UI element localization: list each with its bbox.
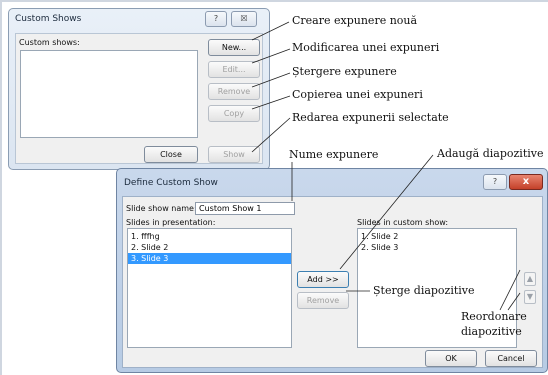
- annotation-remove: Ștergere expunere: [292, 65, 397, 78]
- annotation-show: Redarea expunerii selectate: [292, 111, 449, 124]
- annotation-reorder-line2: diapozitive: [461, 325, 522, 338]
- custom-shows-list[interactable]: [20, 50, 198, 138]
- dialog-title: Custom Shows: [15, 14, 82, 24]
- remove-button[interactable]: Remove: [208, 83, 260, 100]
- list-item[interactable]: 2. Slide 3: [358, 242, 516, 253]
- add-button[interactable]: Add >>: [297, 271, 349, 288]
- document-edge-top: [0, 0, 548, 2]
- annotation-edit: Modificarea unei expuneri: [292, 41, 440, 54]
- define-custom-show-dialog: Define Custom Show ? x Slide show name: …: [116, 168, 548, 373]
- list-item-selected[interactable]: 3. Slide 3: [128, 253, 291, 264]
- dialog-title: Define Custom Show: [124, 178, 218, 188]
- slide-show-name-input[interactable]: Custom Show 1: [195, 202, 295, 215]
- slides-in-custom-show-label: Slides in custom show:: [357, 218, 449, 227]
- help-button[interactable]: ?: [205, 11, 227, 27]
- help-button[interactable]: ?: [483, 174, 507, 190]
- annotation-name: Nume expunere: [289, 148, 379, 161]
- slide-show-name-label: Slide show name:: [126, 204, 197, 213]
- move-down-button[interactable]: ▼: [524, 290, 536, 304]
- new-button[interactable]: New...: [208, 39, 260, 56]
- list-item[interactable]: 1. Slide 2: [358, 231, 516, 242]
- remove-button[interactable]: Remove: [297, 292, 349, 309]
- custom-shows-dialog: Custom Shows ? ☒ Custom shows: New... Ed…: [8, 8, 270, 170]
- cancel-button[interactable]: Cancel: [485, 350, 537, 367]
- annotation-delete: Șterge diapozitive: [373, 284, 475, 297]
- ok-button[interactable]: OK: [425, 350, 477, 367]
- annotation-reorder-line1: Reordonare: [461, 310, 527, 323]
- move-up-button[interactable]: ▲: [524, 272, 536, 286]
- slides-in-presentation-list[interactable]: 1. fffhg 2. Slide 2 3. Slide 3: [127, 228, 292, 348]
- close-button[interactable]: x: [509, 174, 543, 190]
- annotation-add: Adaugă diapozitive: [437, 147, 544, 160]
- list-item[interactable]: 2. Slide 2: [128, 242, 291, 253]
- edit-button[interactable]: Edit...: [208, 61, 260, 78]
- show-button[interactable]: Show: [208, 146, 260, 163]
- dialog-body: Custom shows: New... Edit... Remove Copy…: [15, 33, 263, 164]
- slides-in-presentation-label: Slides in presentation:: [126, 218, 216, 227]
- custom-shows-label: Custom shows:: [19, 38, 80, 47]
- dialog-body: Slide show name: Custom Show 1 Slides in…: [122, 196, 543, 368]
- annotation-new: Creare expunere nouă: [292, 14, 418, 27]
- annotation-copy: Copierea unei expuneri: [292, 88, 423, 101]
- document-edge: [0, 0, 2, 375]
- close-button[interactable]: ☒: [231, 11, 257, 27]
- close-dialog-button[interactable]: Close: [144, 146, 198, 163]
- copy-button[interactable]: Copy: [208, 105, 260, 122]
- list-item[interactable]: 1. fffhg: [128, 231, 291, 242]
